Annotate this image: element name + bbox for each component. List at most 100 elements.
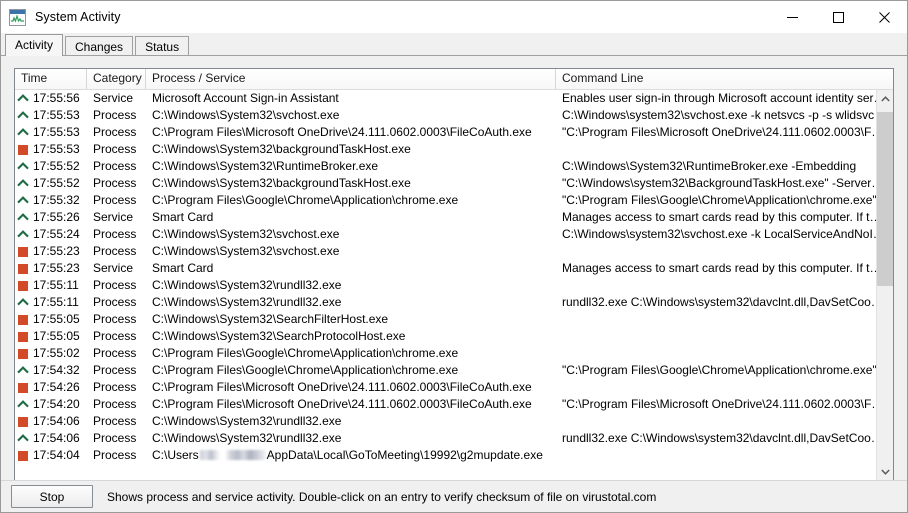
stop-square-icon bbox=[17, 313, 30, 326]
chevron-up-icon bbox=[17, 398, 30, 411]
chevron-up-icon bbox=[17, 296, 30, 309]
minimize-button[interactable] bbox=[769, 1, 815, 33]
cell-process: C:\Windows\System32\svchost.exe bbox=[152, 244, 340, 258]
cell-category: Process bbox=[93, 142, 137, 156]
cell-process: C:\Windows\System32\RuntimeBroker.exe bbox=[152, 159, 379, 173]
cell-command-line: "C:\Program Files\Google\Chrome\Applicat… bbox=[562, 193, 889, 207]
table-row[interactable]: 17:55:23 Process C:\Windows\System32\svcho… bbox=[15, 243, 893, 260]
table-row[interactable]: 17:54:32 Process C:\Program Files\Google\C… bbox=[15, 362, 893, 379]
cell-process: Microsoft Account Sign-in Assistant bbox=[152, 91, 339, 105]
cell-command-line: rundll32.exe C:\Windows\system32\davclnt… bbox=[562, 431, 883, 445]
cell-process: C:\Program Files\Google\Chrome\Applicati… bbox=[152, 346, 459, 360]
vertical-scrollbar[interactable] bbox=[876, 90, 893, 480]
table-row[interactable]: 17:55:52 Process C:\Windows\System32\Runti… bbox=[15, 158, 893, 175]
row-time: 17:54:04 bbox=[33, 448, 80, 462]
tab-status[interactable]: Status bbox=[135, 36, 190, 56]
cell-process: C:\Windows\System32\rundll32.exe bbox=[152, 431, 342, 445]
table-row[interactable]: 17:55:52 Process C:\Windows\System32\backg… bbox=[15, 175, 893, 192]
table-row[interactable]: 17:55:32 Process C:\Program Files\Google\C… bbox=[15, 192, 893, 209]
cell-category: Process bbox=[93, 193, 137, 207]
row-time: 17:55:52 bbox=[33, 159, 80, 173]
row-time: 17:54:32 bbox=[33, 363, 80, 377]
cell-command-line: "C:\Program Files\Google\Chrome\Applicat… bbox=[562, 363, 889, 377]
cell-time: 17:54:06 bbox=[15, 413, 87, 430]
table-row[interactable]: 17:55:26 Service Smart Card Manages access … bbox=[15, 209, 893, 226]
tab-changes[interactable]: Changes bbox=[65, 36, 134, 56]
stop-button[interactable]: Stop bbox=[11, 485, 93, 508]
column-header-process[interactable]: Process / Service bbox=[146, 69, 556, 89]
table-row[interactable]: 17:54:06 Process C:\Windows\System32\rundl… bbox=[15, 413, 893, 430]
row-time: 17:55:56 bbox=[33, 91, 80, 105]
table-row[interactable]: 17:55:53 Process C:\Windows\System32\svcho… bbox=[15, 107, 893, 124]
cell-time: 17:55:11 bbox=[15, 294, 87, 311]
status-bar: Stop Shows process and service activity.… bbox=[1, 480, 907, 512]
cell-category: Service bbox=[93, 210, 134, 224]
activity-list: Time Category Process / Service Command … bbox=[14, 68, 894, 481]
stop-square-icon bbox=[17, 330, 30, 343]
scroll-down-button[interactable] bbox=[877, 463, 893, 480]
table-row[interactable]: 17:55:05 Process C:\Windows\System32\Searc… bbox=[15, 328, 893, 345]
table-row[interactable]: 17:54:20 Process C:\Program Files\Microsof… bbox=[15, 396, 893, 413]
table-row[interactable]: 17:55:53 Process C:\Windows\System32\backg… bbox=[15, 141, 893, 158]
cell-category: Process bbox=[93, 108, 137, 122]
cell-time: 17:55:23 bbox=[15, 260, 87, 277]
table-row[interactable]: 17:55:02 Process C:\Program Files\Google\C… bbox=[15, 345, 893, 362]
row-time: 17:55:23 bbox=[33, 244, 80, 258]
scroll-up-button[interactable] bbox=[877, 90, 893, 107]
cell-time: 17:55:05 bbox=[15, 311, 87, 328]
column-header-category[interactable]: Category bbox=[87, 69, 146, 89]
row-time: 17:55:11 bbox=[33, 295, 79, 309]
table-row[interactable]: 17:55:23 Service Smart Card Manages access … bbox=[15, 260, 893, 277]
cell-category: Process bbox=[93, 278, 137, 292]
cell-time: 17:55:52 bbox=[15, 175, 87, 192]
table-row[interactable]: 17:54:26 Process C:\Program Files\Microsof… bbox=[15, 379, 893, 396]
column-header-time[interactable]: Time bbox=[15, 69, 87, 89]
list-header: Time Category Process / Service Command … bbox=[15, 69, 893, 90]
cell-process: C:\Windows\System32\SearchProtocolHost.e… bbox=[152, 329, 406, 343]
maximize-button[interactable] bbox=[815, 1, 861, 33]
column-header-command[interactable]: Command Line bbox=[556, 69, 893, 89]
cell-category: Process bbox=[93, 244, 137, 258]
cell-category: Process bbox=[93, 176, 137, 190]
cell-category: Process bbox=[93, 227, 137, 241]
status-hint-text: Shows process and service activity. Doub… bbox=[107, 489, 657, 504]
chevron-up-icon bbox=[17, 211, 30, 224]
cell-time: 17:54:04 bbox=[15, 447, 87, 464]
cell-category: Service bbox=[93, 91, 134, 105]
cell-time: 17:54:06 bbox=[15, 430, 87, 447]
chevron-up-icon bbox=[17, 160, 30, 173]
chevron-up-icon bbox=[17, 126, 30, 139]
row-time: 17:55:05 bbox=[33, 312, 80, 326]
row-time: 17:54:26 bbox=[33, 380, 80, 394]
cell-process: C:\Windows\System32\svchost.exe bbox=[152, 227, 340, 241]
cell-time: 17:55:24 bbox=[15, 226, 87, 243]
cell-process: Smart Card bbox=[152, 210, 214, 224]
window-controls bbox=[769, 1, 907, 33]
chevron-up-icon bbox=[17, 177, 30, 190]
tab-activity[interactable]: Activity bbox=[5, 34, 64, 56]
stop-square-icon bbox=[17, 415, 30, 428]
cell-command-line: "C:\Program Files\Microsoft OneDrive\24.… bbox=[562, 397, 884, 411]
table-row[interactable]: 17:54:06 Process C:\Windows\System32\rundl… bbox=[15, 430, 893, 447]
cell-process: C:\Windows\System32\backgroundTaskHost.e… bbox=[152, 142, 411, 156]
scrollbar-thumb[interactable] bbox=[877, 112, 893, 286]
table-row[interactable]: 17:54:04 Process C:\Users AppData\Local\GoT… bbox=[15, 447, 893, 464]
row-time: 17:55:02 bbox=[33, 346, 80, 360]
table-row[interactable]: 17:55:56 Service Microsoft Account Sign-in… bbox=[15, 90, 893, 107]
table-row[interactable]: 17:55:24 Process C:\Windows\System32\svcho… bbox=[15, 226, 893, 243]
process-path-suffix: AppData\Local\GoToMeeting\19992\g2mupdat… bbox=[266, 448, 543, 462]
row-time: 17:54:06 bbox=[33, 414, 80, 428]
close-button[interactable] bbox=[861, 1, 907, 33]
table-row[interactable]: 17:55:05 Process C:\Windows\System32\Searc… bbox=[15, 311, 893, 328]
table-row[interactable]: 17:55:11 Process C:\Windows\System32\rundl… bbox=[15, 277, 893, 294]
table-row[interactable]: 17:55:11 Process C:\Windows\System32\rundl… bbox=[15, 294, 893, 311]
chevron-up-icon bbox=[17, 228, 30, 241]
cell-category: Process bbox=[93, 295, 137, 309]
cell-category: Process bbox=[93, 397, 137, 411]
table-row[interactable]: 17:55:53 Process C:\Program Files\Microsof… bbox=[15, 124, 893, 141]
cell-command-line: Manages access to smart cards read by th… bbox=[562, 210, 882, 224]
row-time: 17:55:53 bbox=[33, 125, 80, 139]
cell-time: 17:55:32 bbox=[15, 192, 87, 209]
tab-underline bbox=[1, 55, 907, 56]
cell-command-line: C:\Windows\system32\svchost.exe -k netsv… bbox=[562, 108, 875, 122]
